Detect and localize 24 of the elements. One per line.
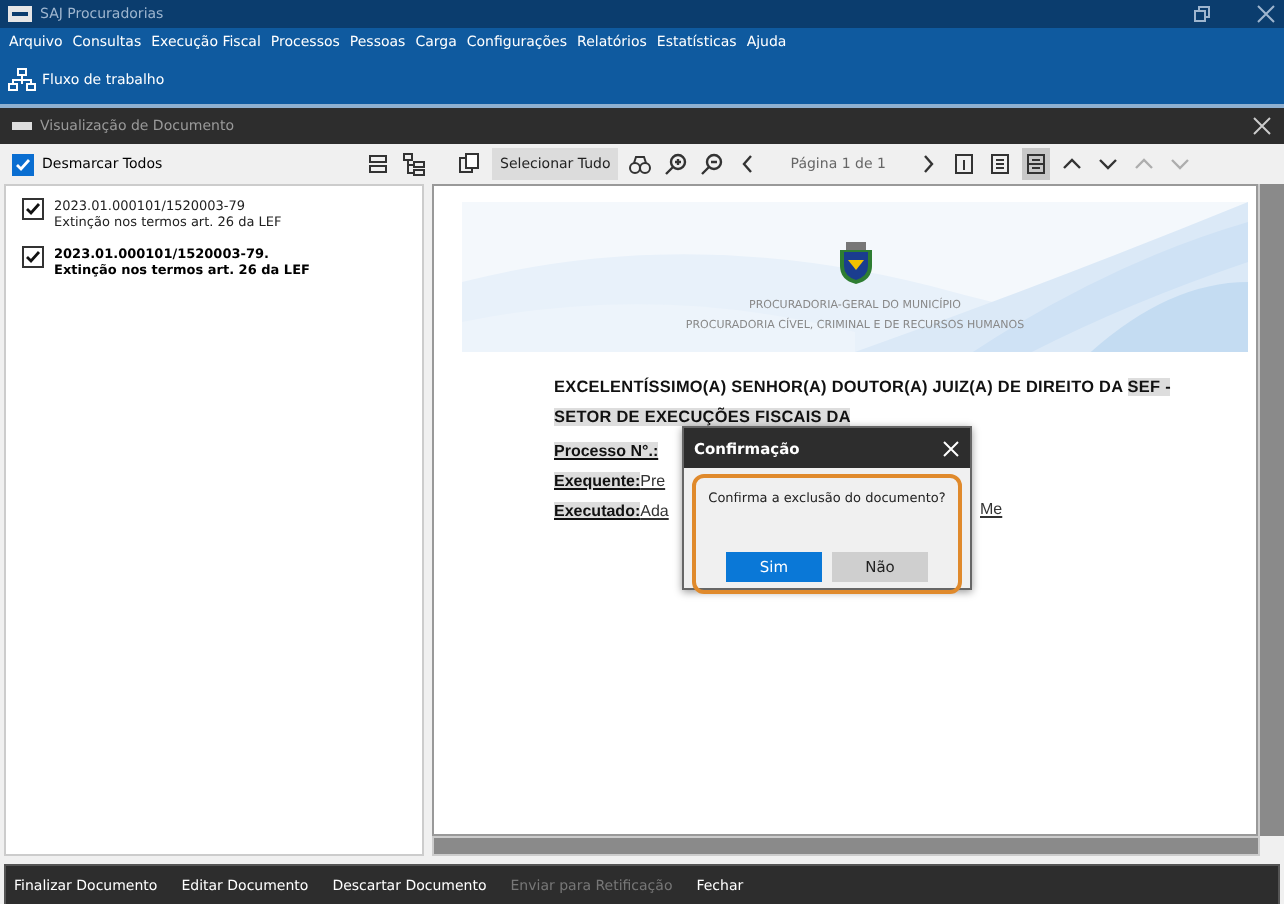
field-label: Processo N°.: xyxy=(554,441,659,459)
field-value: Ada xyxy=(640,501,669,519)
crest-icon xyxy=(835,240,875,284)
field-value: Pre xyxy=(640,471,666,489)
restore-icon[interactable] xyxy=(1192,4,1212,24)
app-logo-icon xyxy=(12,120,32,132)
close-icon[interactable] xyxy=(1252,116,1272,136)
field-label: Exequente: xyxy=(554,471,641,489)
two-page-icon[interactable] xyxy=(1021,148,1050,180)
app-logo-icon xyxy=(8,6,32,22)
checkbox[interactable] xyxy=(12,153,34,175)
address-text: EXCELENTÍSSIMO(A) SENHOR(A) DOUTOR(A) JUIZ(A) DE DIREITO DA SEF - SETOR DE EXECUÇÕES FISCAIS DA xyxy=(554,375,1173,430)
checkbox[interactable] xyxy=(22,246,44,268)
zoom-out-icon[interactable] xyxy=(698,148,727,180)
scrollbar[interactable] xyxy=(432,836,1260,856)
scrollbar[interactable] xyxy=(1258,184,1284,836)
single-page-icon[interactable] xyxy=(949,148,978,180)
workflow-icon xyxy=(8,68,36,92)
tree-icon[interactable] xyxy=(400,148,428,180)
field-value: Me xyxy=(980,500,1003,518)
page-view-icon[interactable] xyxy=(985,148,1014,180)
zoom-in-icon[interactable] xyxy=(662,148,691,180)
checkbox[interactable] xyxy=(22,198,44,220)
field-label: Executado: xyxy=(554,501,641,519)
